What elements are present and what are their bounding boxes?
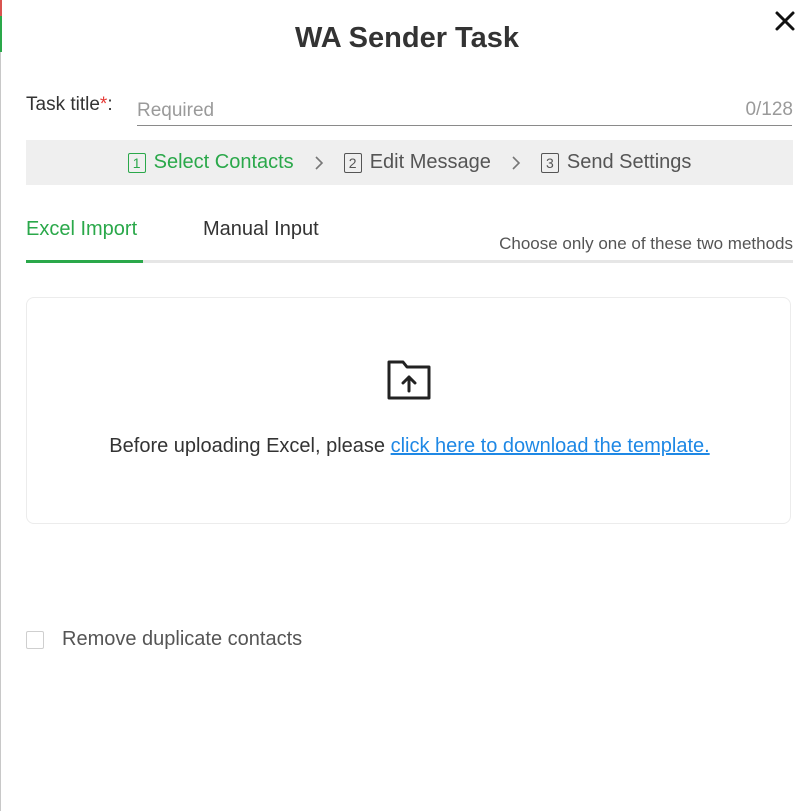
step-label-send-settings: Send Settings [566, 151, 692, 173]
tab-excel-import[interactable]: Excel Import [26, 218, 137, 258]
close-button[interactable] [772, 8, 798, 34]
tabs-hint: Choose only one of these two methods [499, 234, 793, 253]
task-title-input[interactable] [137, 92, 792, 126]
remove-duplicates-checkbox[interactable] [26, 630, 44, 649]
step-number-2: 2 [343, 152, 362, 173]
tab-manual-input[interactable]: Manual Input [203, 218, 319, 258]
folder-upload-icon [387, 360, 431, 400]
steps-bar: 1 Select Contacts 2 Edit Message 3 Send … [26, 140, 793, 185]
dialog-title: WA Sender Task [294, 22, 519, 54]
close-icon [775, 11, 795, 31]
task-title-row: Task title*: 0/128 [26, 92, 793, 126]
step-number-1: 1 [127, 152, 146, 173]
download-template-link[interactable]: click here to download the template. [391, 435, 710, 457]
step-label-edit-message: Edit Message [369, 151, 491, 173]
step-select-contacts[interactable]: 1 Select Contacts [127, 151, 294, 174]
step-number-3: 3 [540, 152, 559, 173]
excel-upload-area[interactable]: Before uploading Excel, please click her… [26, 297, 791, 524]
remove-duplicates-option[interactable]: Remove duplicate contacts [26, 628, 302, 651]
import-method-tabs: Excel Import Manual Input Choose only on… [26, 212, 793, 263]
chevron-right-icon [511, 155, 521, 171]
chevron-right-icon [314, 155, 324, 171]
task-title-counter: 0/128 [745, 99, 793, 120]
wa-sender-task-dialog: WA Sender Task Task title*: 0/128 1 Sele… [0, 0, 812, 811]
upload-instructions: Before uploading Excel, please click her… [109, 435, 710, 457]
step-label-select-contacts: Select Contacts [153, 151, 294, 173]
step-send-settings[interactable]: 3 Send Settings [540, 151, 692, 174]
remove-duplicates-label: Remove duplicate contacts [62, 628, 303, 650]
task-title-label: Task title*: [26, 94, 113, 115]
active-tab-underline [26, 260, 143, 263]
step-edit-message[interactable]: 2 Edit Message [343, 151, 491, 174]
